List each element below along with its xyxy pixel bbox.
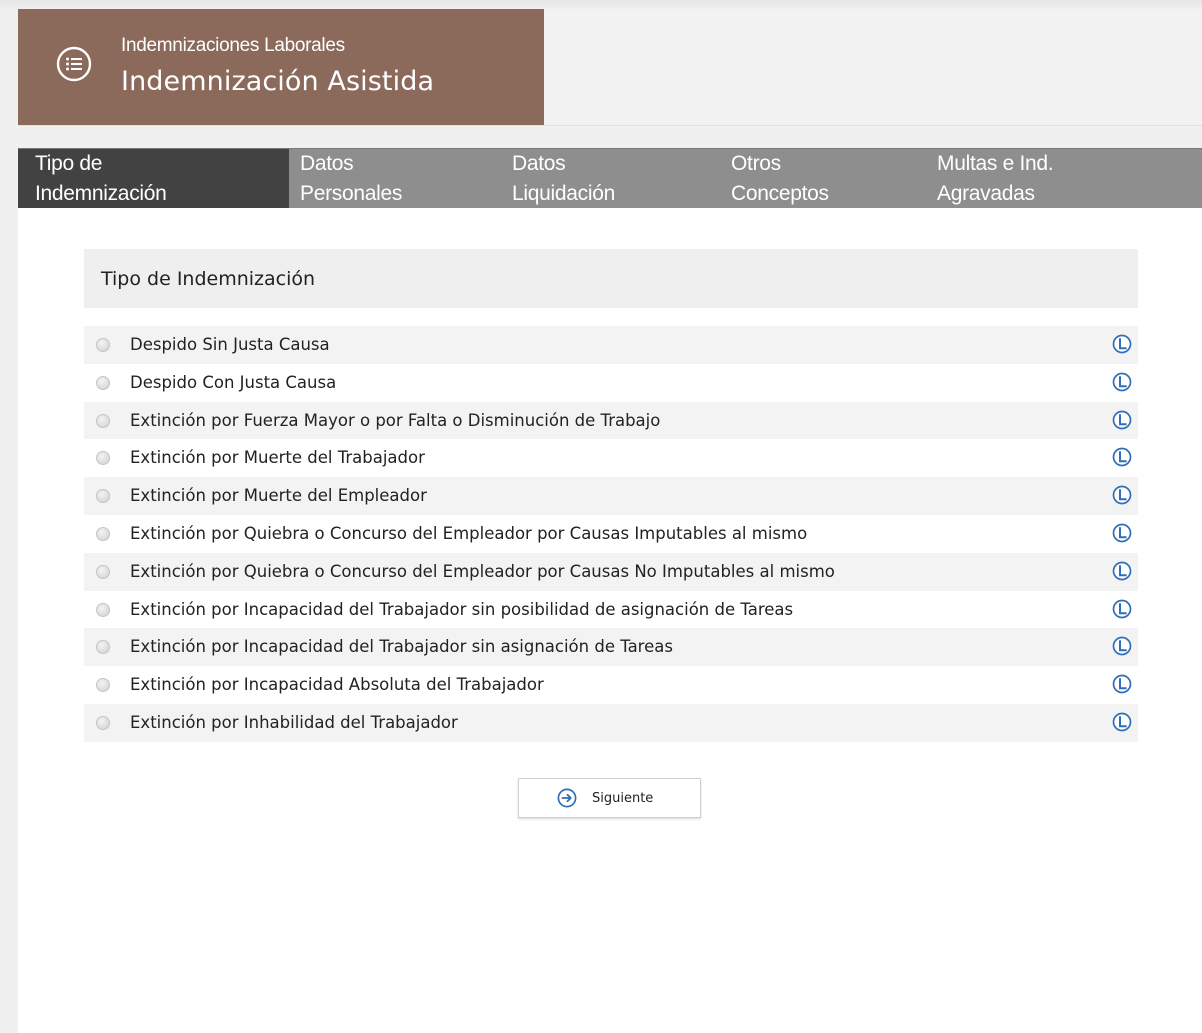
tab-otros-conceptos[interactable]: Otros Conceptos (714, 149, 931, 209)
option-label: Extinción por Inhabilidad del Trabajador (130, 712, 458, 732)
option-label: Extinción por Incapacidad Absoluta del T… (130, 675, 544, 695)
legal-info-icon[interactable] (1112, 410, 1132, 430)
section-header: Tipo de Indemnización (84, 249, 1138, 308)
option-row[interactable]: Extinción por Fuerza Mayor o por Falta o… (84, 401, 1138, 440)
legal-info-icon[interactable] (1112, 372, 1132, 392)
legal-info-icon[interactable] (1112, 636, 1132, 656)
main-panel: Tipo de Indemnización Despido Sin Justa … (18, 208, 1202, 1033)
option-row[interactable]: Despido Sin Justa Causa (84, 326, 1138, 364)
radio-button[interactable] (96, 489, 110, 504)
next-button-label: Siguiente (592, 791, 654, 806)
tab-multas-agravadas[interactable]: Multas e Ind. Agravadas (920, 149, 1197, 209)
tab-label-line2: Conceptos (731, 182, 829, 205)
legal-info-icon[interactable] (1112, 334, 1132, 354)
legal-info-icon[interactable] (1112, 447, 1132, 467)
legal-info-icon[interactable] (1112, 523, 1132, 543)
tab-tipo-de-indemnizacion[interactable]: Tipo de Indemnización (18, 149, 289, 209)
tab-datos-personales[interactable]: Datos Personales (290, 149, 500, 209)
tab-datos-liquidacion[interactable]: Datos Liquidación (494, 149, 722, 209)
option-label: Extinción por Muerte del Trabajador (130, 448, 425, 468)
radio-button[interactable] (96, 640, 110, 655)
option-label: Extinción por Incapacidad del Trabajador… (130, 599, 794, 619)
legal-info-icon[interactable] (1112, 712, 1132, 732)
app-subtitle: Indemnizaciones Laborales (121, 35, 345, 56)
option-row[interactable]: Extinción por Incapacidad Absoluta del T… (84, 666, 1138, 704)
tab-label-line1: Otros (731, 152, 781, 175)
tab-label-line1: Tipo de (35, 152, 103, 175)
app-header: Indemnizaciones Laborales Indemnización … (18, 9, 544, 125)
option-label: Extinción por Incapacidad del Trabajador… (130, 637, 673, 657)
legal-info-icon[interactable] (1112, 561, 1132, 581)
option-label: Extinción por Fuerza Mayor o por Falta o… (130, 410, 661, 430)
radio-button[interactable] (96, 413, 110, 428)
option-row[interactable]: Extinción por Muerte del Empleador (84, 477, 1138, 515)
legal-info-icon[interactable] (1112, 485, 1132, 505)
tab-label-line2: Personales (300, 182, 403, 205)
option-row[interactable]: Despido Con Justa Causa (84, 364, 1138, 402)
option-label: Despido Con Justa Causa (130, 372, 337, 392)
section-title: Tipo de Indemnización (101, 268, 316, 290)
tab-label-line1: Multas e Ind. (937, 152, 1054, 175)
radio-button[interactable] (96, 451, 110, 466)
next-button[interactable]: Siguiente (518, 778, 701, 818)
option-row[interactable]: Extinción por Incapacidad del Trabajador… (84, 628, 1138, 667)
option-label: Extinción por Muerte del Empleador (130, 486, 427, 506)
option-row[interactable]: Extinción por Muerte del Trabajador (84, 439, 1138, 477)
tab-label-line2: Indemnización (35, 182, 167, 205)
option-label: Extinción por Quiebra o Concurso del Emp… (130, 561, 835, 581)
legal-info-icon[interactable] (1112, 599, 1132, 619)
option-row[interactable]: Extinción por Incapacidad del Trabajador… (84, 591, 1138, 629)
radio-button[interactable] (96, 602, 110, 617)
page-title: Indemnización Asistida (121, 66, 435, 97)
radio-button[interactable] (96, 526, 110, 541)
indemnization-type-list: Despido Sin Justa Causa Despido Con Justa… (84, 326, 1138, 742)
radio-button[interactable] (96, 678, 110, 693)
step-tabs: Tipo de Indemnización Datos Personales D… (18, 148, 1202, 209)
option-row[interactable]: Extinción por Quiebra o Concurso del Emp… (84, 515, 1138, 553)
radio-button[interactable] (96, 338, 110, 352)
tab-label-line1: Datos (512, 152, 566, 175)
radio-button[interactable] (96, 715, 110, 730)
option-label: Extinción por Quiebra o Concurso del Emp… (130, 523, 808, 543)
legal-info-icon[interactable] (1112, 674, 1132, 694)
radio-button[interactable] (96, 564, 110, 579)
option-label: Despido Sin Justa Causa (130, 335, 330, 354)
tab-label-line2: Agravadas (937, 182, 1035, 205)
option-row[interactable]: Extinción por Quiebra o Concurso del Emp… (84, 552, 1138, 591)
list-icon[interactable] (56, 46, 92, 82)
option-row[interactable]: Extinción por Inhabilidad del Trabajador (84, 703, 1138, 742)
radio-button[interactable] (96, 375, 110, 390)
arrow-right-circle-icon (557, 788, 577, 808)
tab-label-line1: Datos (300, 152, 354, 175)
tab-label-line2: Liquidación (512, 182, 615, 205)
